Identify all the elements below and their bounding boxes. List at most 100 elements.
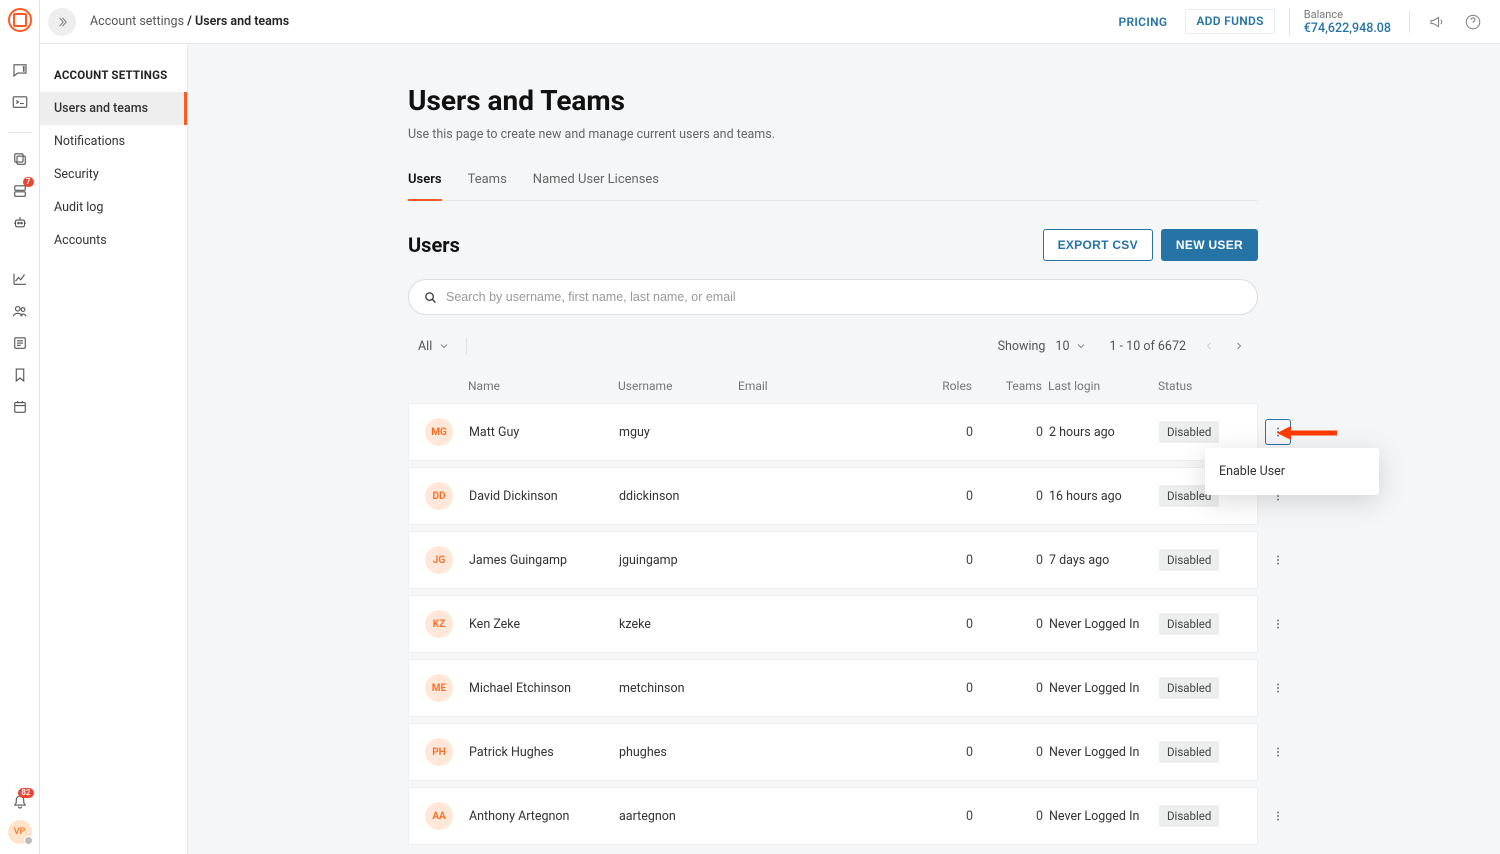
bookmark-icon[interactable]	[6, 361, 34, 389]
row-name: David Dickinson	[469, 489, 619, 504]
sidebar-item-security[interactable]: Security	[40, 158, 187, 191]
table-row: KZ Ken Zeke kzeke 0 0 Never Logged In Di…	[408, 595, 1258, 653]
col-last-login: Last login	[1048, 379, 1158, 393]
breadcrumb-current: / Users and teams	[187, 14, 289, 29]
pricing-link[interactable]: PRICING	[1119, 15, 1168, 29]
bell-icon[interactable]: 82	[6, 788, 34, 816]
row-actions-button[interactable]	[1265, 611, 1291, 637]
row-actions-button[interactable]	[1265, 675, 1291, 701]
tabs: Users Teams Named User Licenses	[408, 172, 1258, 201]
card-icon[interactable]	[6, 329, 34, 357]
row-username: aartegnon	[619, 809, 739, 824]
row-name: Ken Zeke	[469, 617, 619, 632]
row-name: James Guingamp	[469, 553, 619, 568]
robot-icon[interactable]	[6, 209, 34, 237]
app-logo[interactable]	[8, 8, 32, 32]
row-actions-button[interactable]	[1265, 739, 1291, 765]
tab-named-user-licenses[interactable]: Named User Licenses	[533, 172, 659, 200]
help-icon[interactable]	[1464, 13, 1482, 31]
page-subtitle: Use this page to create new and manage c…	[408, 127, 1258, 142]
megaphone-icon[interactable]	[1428, 13, 1446, 31]
row-last-login: Never Logged In	[1049, 809, 1159, 824]
chevron-left-icon	[1203, 340, 1215, 352]
breadcrumb: Account settings / Users and teams	[90, 14, 289, 29]
table-header: Name Username Email Roles Teams Last log…	[408, 369, 1258, 403]
row-avatar: PH	[425, 738, 453, 766]
terminal-icon[interactable]	[6, 88, 34, 116]
topbar: Account settings / Users and teams PRICI…	[40, 0, 1500, 44]
sidebar-item-accounts[interactable]: Accounts	[40, 224, 187, 257]
user-avatar[interactable]: VP	[8, 820, 32, 844]
people-icon[interactable]	[6, 297, 34, 325]
status-badge: Disabled	[1159, 613, 1219, 635]
col-roles: Roles	[908, 379, 978, 393]
tab-users[interactable]: Users	[408, 172, 442, 201]
row-last-login: Never Logged In	[1049, 745, 1159, 760]
balance-label: Balance	[1304, 8, 1391, 21]
bell-icon-badge: 82	[18, 788, 33, 798]
row-roles: 0	[909, 553, 979, 568]
status-badge: Disabled	[1159, 677, 1219, 699]
row-teams: 0	[979, 553, 1049, 568]
row-teams: 0	[979, 745, 1049, 760]
row-username: mguy	[619, 425, 739, 440]
row-roles: 0	[909, 617, 979, 632]
row-avatar: ME	[425, 674, 453, 702]
row-last-login: Never Logged In	[1049, 681, 1159, 696]
next-page-button[interactable]	[1230, 337, 1248, 355]
row-teams: 0	[979, 425, 1049, 440]
trend-icon[interactable]	[6, 265, 34, 293]
row-roles: 0	[909, 745, 979, 760]
prev-page-button[interactable]	[1200, 337, 1218, 355]
table-row: JG James Guingamp jguingamp 0 0 7 days a…	[408, 531, 1258, 589]
showing-label: Showing	[998, 339, 1046, 354]
row-username: metchinson	[619, 681, 739, 696]
sidebar-item-users-and-teams[interactable]: Users and teams	[40, 92, 187, 125]
row-teams: 0	[979, 489, 1049, 504]
page-title: Users and Teams	[408, 84, 1258, 117]
status-badge: Disabled	[1159, 549, 1219, 571]
col-status: Status	[1158, 379, 1258, 393]
table-row: DD David Dickinson ddickinson 0 0 16 hou…	[408, 467, 1258, 525]
row-name: Patrick Hughes	[469, 745, 619, 760]
table-row: PH Patrick Hughes phughes 0 0 Never Logg…	[408, 723, 1258, 781]
col-email: Email	[738, 379, 908, 393]
row-actions-button[interactable]	[1265, 547, 1291, 573]
table-row: MG Matt Guy mguy 0 0 2 hours ago Disable…	[408, 403, 1258, 461]
icon-rail: 7 82 VP	[0, 0, 40, 854]
enable-user-item[interactable]: Enable User	[1205, 454, 1379, 489]
sidebar-item-audit-log[interactable]: Audit log	[40, 191, 187, 224]
row-last-login: Never Logged In	[1049, 617, 1159, 632]
settings-sidebar: ACCOUNT SETTINGS Users and teamsNotifica…	[40, 44, 188, 854]
copy-icon[interactable]	[6, 145, 34, 173]
row-avatar: DD	[425, 482, 453, 510]
status-badge: Disabled	[1159, 741, 1219, 763]
row-last-login: 2 hours ago	[1049, 425, 1159, 440]
row-name: Matt Guy	[469, 425, 619, 440]
row-roles: 0	[909, 809, 979, 824]
breadcrumb-parent[interactable]: Account settings	[90, 14, 184, 29]
section-title: Users	[408, 233, 460, 257]
export-csv-button[interactable]: EXPORT CSV	[1043, 229, 1153, 261]
row-last-login: 7 days ago	[1049, 553, 1159, 568]
search-box[interactable]	[408, 279, 1258, 315]
content: Users and Teams Use this page to create …	[188, 44, 1500, 854]
row-roles: 0	[909, 681, 979, 696]
chat-icon[interactable]	[6, 56, 34, 84]
row-actions-button[interactable]	[1265, 803, 1291, 829]
server-icon[interactable]: 7	[6, 177, 34, 205]
sidebar-item-notifications[interactable]: Notifications	[40, 125, 187, 158]
page-size-dropdown[interactable]: 10	[1055, 339, 1087, 354]
status-badge: Disabled	[1159, 805, 1219, 827]
table-row: ME Michael Etchinson metchinson 0 0 Neve…	[408, 659, 1258, 717]
add-funds-link[interactable]: ADD FUNDS	[1196, 14, 1263, 28]
calendar-icon[interactable]	[6, 393, 34, 421]
new-user-button[interactable]: NEW USER	[1161, 229, 1258, 261]
tab-teams[interactable]: Teams	[468, 172, 507, 200]
filter-all-dropdown[interactable]: All	[418, 339, 450, 354]
row-teams: 0	[979, 681, 1049, 696]
row-roles: 0	[909, 489, 979, 504]
expand-sidebar-button[interactable]	[48, 8, 76, 36]
row-name: Michael Etchinson	[469, 681, 619, 696]
search-input[interactable]	[446, 290, 1243, 304]
